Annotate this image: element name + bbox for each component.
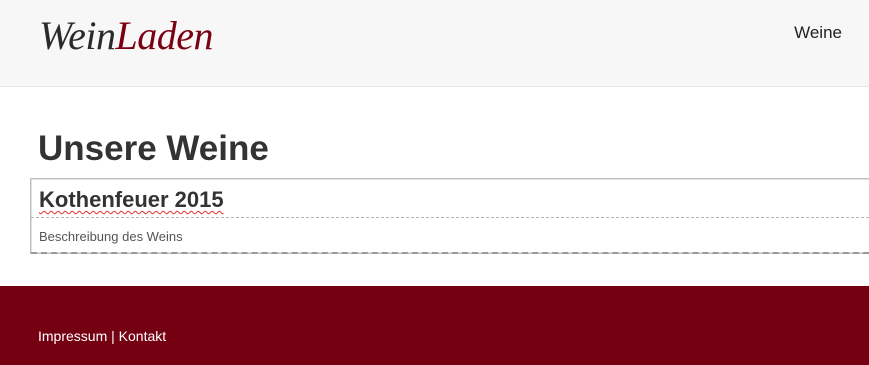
site-logo[interactable]: WeinLaden [39,12,214,60]
wine-name: Kothenfeuer 2015 [39,187,224,213]
wine-name-editable[interactable]: Kothenfeuer 2015 [31,179,869,218]
wine-name-text: Kothenfeuer 2015 [39,187,224,212]
footer-link-kontakt[interactable]: Kontakt [119,328,166,344]
wine-card: Kothenfeuer 2015 Beschreibung des Weins [30,178,869,254]
footer-link-impressum[interactable]: Impressum [38,328,107,344]
wine-description-editable[interactable]: Beschreibung des Weins [31,218,869,254]
logo-text-wein: Wein [39,13,116,58]
nav-link-weine[interactable]: Weine [794,23,842,43]
page-title: Unsere Weine [38,129,269,168]
site-header: WeinLaden Weine [0,0,869,87]
wine-description-placeholder: Beschreibung des Weins [39,229,183,244]
logo-text-laden: Laden [115,13,214,58]
page: WeinLaden Weine Unsere Weine Kothenfeuer… [0,0,869,365]
site-footer: Impressum | Kontakt [0,286,869,365]
footer-separator: | [111,328,115,344]
footer-links: Impressum | Kontakt [38,328,166,344]
